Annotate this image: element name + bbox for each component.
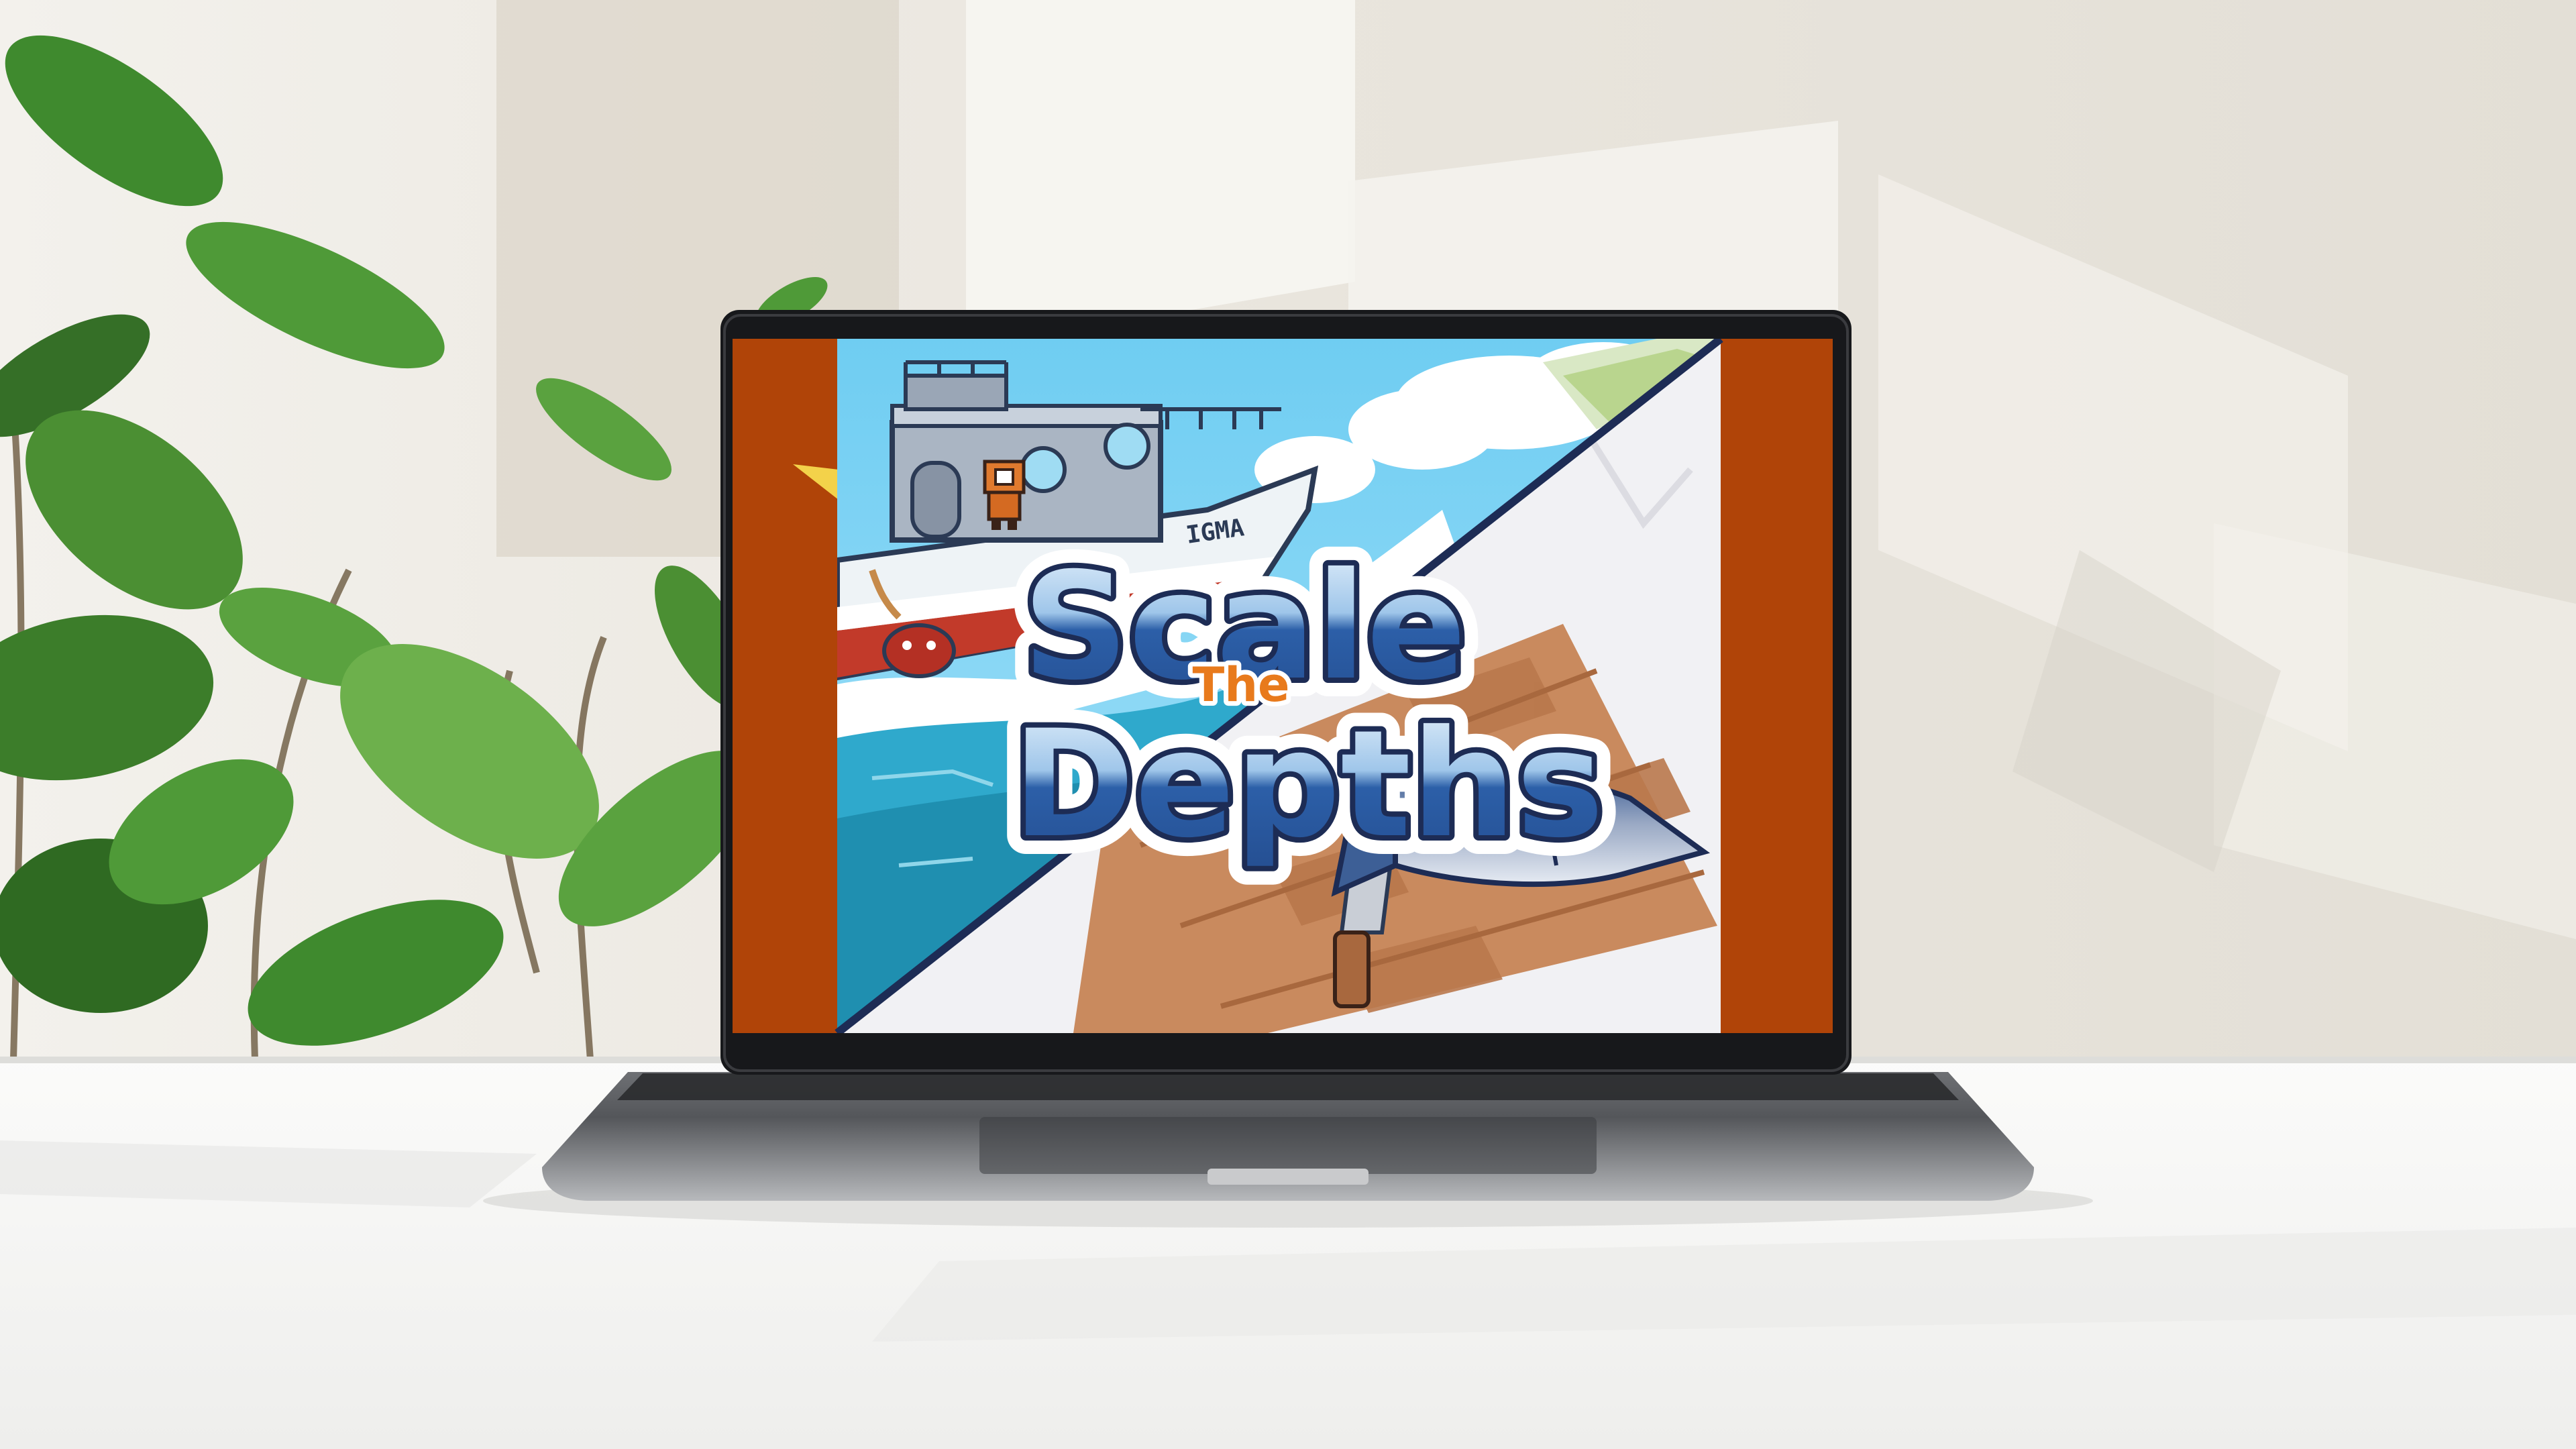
trackpad[interactable] [979,1117,1597,1174]
fisher-character-icon [983,460,1026,530]
pillarbox-left [733,339,837,1033]
desk-scene: IGMA Scale Scale Depths Depths The [0,0,2576,1449]
title-line2: Depths [1012,698,1604,870]
laptop-notch [1208,1169,1368,1185]
title-connector: The [1192,657,1289,712]
pillarbox-right [1721,339,1833,1033]
buoy-icon [882,623,956,678]
scene-svg: IGMA Scale Scale Depths Depths The [0,0,2576,1449]
game-screen[interactable]: IGMA Scale Scale Depths Depths The [733,339,1833,1033]
